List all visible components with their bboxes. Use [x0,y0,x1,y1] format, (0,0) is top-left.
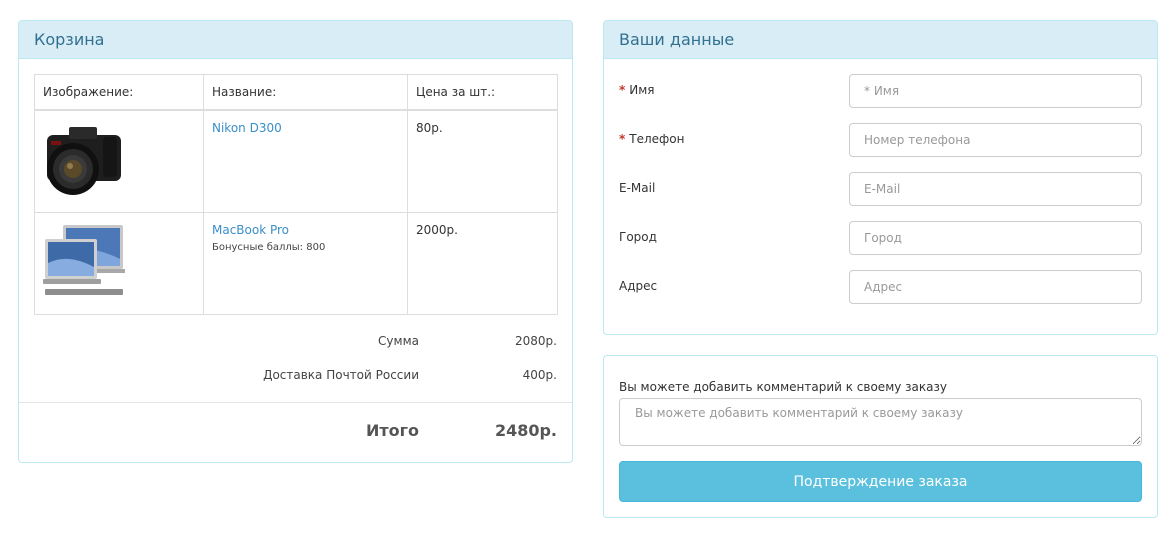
required-mark: * [619,132,626,146]
camera-image[interactable] [43,121,125,199]
delivery-label: Доставка Почтой России [263,368,419,382]
image-cell [34,109,204,213]
image-cell [34,211,204,315]
phone-field[interactable] [849,123,1142,157]
city-field[interactable] [849,221,1142,255]
phone-row: * Телефон [619,123,1142,157]
product-link[interactable]: MacBook Pro [212,223,399,237]
cart-heading: Корзина [19,21,572,59]
phone-label: Телефон [629,132,685,146]
sum-value: 2080р. [515,334,557,348]
name-cell: MacBook Pro Бонусные баллы: 800 [203,211,408,315]
address-row: Адрес [619,270,1142,304]
customer-panel: Ваши данные *Имя *Телефон E-Mail Город А… [603,20,1158,335]
header-name: Название: [203,74,408,111]
address-field[interactable] [849,270,1142,304]
email-row: E-Mail [619,172,1142,206]
product-link[interactable]: Nikon D300 [212,121,399,135]
price-cell: 80р. [407,109,558,213]
name-row: * Имя [619,74,1142,108]
email-label: E-Mail [619,181,656,195]
city-label: Город [619,230,657,244]
cart-table: Изображение: Название: Цена за шт.: Niko… [34,74,558,315]
cart-header-row: Изображение: Название: Цена за шт.: [34,74,558,111]
email-field[interactable] [849,172,1142,206]
price-cell: 2000р. [407,211,558,315]
total-label: Итого [365,421,419,440]
header-image: Изображение: [34,74,204,111]
comment-panel: Вы можете добавить комментарий к своему … [603,355,1158,518]
customer-heading: Ваши данные [604,21,1157,59]
sum-label: Сумма [378,334,419,348]
totals-divider [19,402,572,403]
name-cell: Nikon D300 [203,109,408,213]
comment-textarea[interactable] [619,398,1142,446]
total-value: 2480р. [494,421,557,440]
comment-label: Вы можете добавить комментарий к своему … [619,380,947,394]
table-row: Nikon D300 80р. [34,109,558,213]
address-label: Адрес [619,279,658,293]
required-mark: * [619,83,626,97]
cart-panel: Корзина Изображение: Название: Цена за ш… [18,20,573,463]
laptop-image[interactable] [43,223,127,301]
header-price: Цена за шт.: [407,74,558,111]
confirm-order-button[interactable]: Подтверждение заказа [619,461,1142,502]
delivery-value: 400р. [522,368,557,382]
city-row: Город [619,221,1142,255]
bonus-points: Бонусные баллы: 800 [212,241,326,253]
name-field[interactable] [849,74,1142,108]
table-row: MacBook Pro Бонусные баллы: 800 2000р. [34,211,558,315]
name-label: Имя [629,83,655,97]
